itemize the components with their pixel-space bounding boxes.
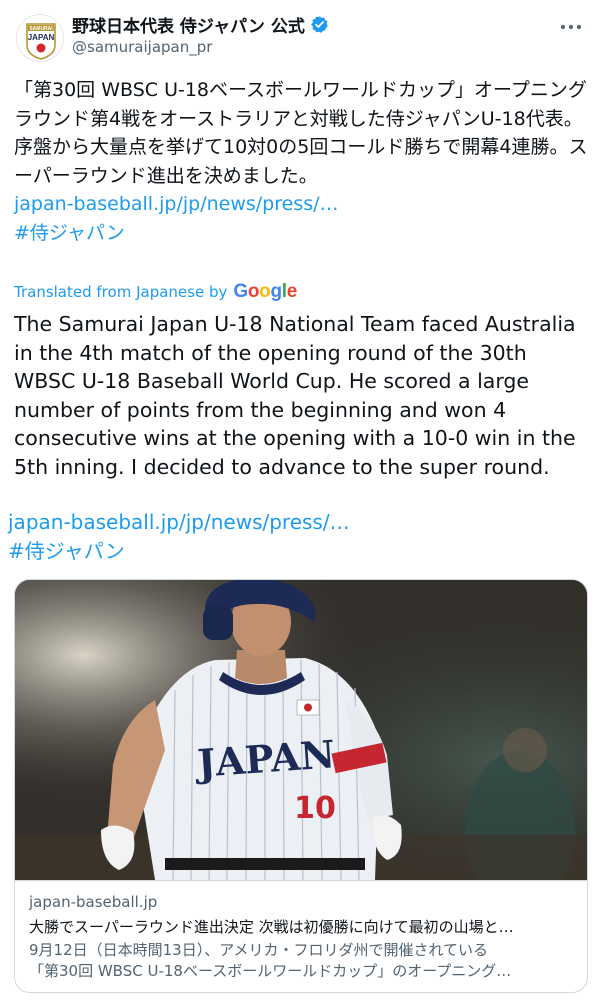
- baseball-player-photo: JAPAN 10: [15, 580, 587, 880]
- author-handle[interactable]: @samuraijapan_pr: [72, 38, 329, 56]
- author-display-name[interactable]: 野球日本代表 侍ジャパン 公式: [72, 12, 305, 37]
- card-title: 大勝でスーパーラウンド進出決定 次戦は初優勝に向けて最初の山場と…: [29, 918, 514, 936]
- card-description-line: 「第30回 WBSC U-18ベースボールワールドカップ」のオープニング…: [29, 962, 512, 980]
- card-description: 9月12日（日本時間13日）、アメリカ・フロリダ州で開催されている 「第30回 …: [29, 940, 575, 982]
- svg-text:SAMURAI: SAMURAI: [29, 26, 53, 32]
- card-image: JAPAN 10: [15, 580, 587, 880]
- tweet-body-jp: 「第30回 WBSC U-18ベースボールワールドカップ」オープニングラウンド第…: [14, 76, 588, 247]
- tweet-links-en: japan-baseball.jp/jp/news/press/… #侍ジャパン: [8, 508, 350, 565]
- svg-text:JAPAN: JAPAN: [28, 33, 55, 42]
- translation-attribution: Translated from Japanese by Google: [14, 278, 297, 306]
- card-description-line: 9月12日（日本時間13日）、アメリカ・フロリダ州で開催されている: [29, 941, 489, 959]
- verified-badge-icon: [310, 15, 329, 34]
- tweet-text-jp: 「第30回 WBSC U-18ベースボールワールドカップ」オープニングラウンド第…: [14, 79, 588, 187]
- author-avatar[interactable]: SAMURAI JAPAN: [16, 14, 64, 62]
- tweet-header: SAMURAI JAPAN 野球日本代表 侍ジャパン 公式 @samuraija…: [0, 0, 600, 70]
- svg-text:10: 10: [294, 791, 336, 826]
- tweet-text-en: The Samurai Japan U-18 National Team fac…: [14, 312, 576, 479]
- more-options-icon[interactable]: [554, 14, 588, 40]
- tweet-link-en[interactable]: japan-baseball.jp/jp/news/press/…: [8, 508, 350, 537]
- google-logo: Google: [233, 281, 298, 302]
- link-preview-card[interactable]: JAPAN 10 japan-baseball.jp 大勝でスーパーラウンド進出…: [14, 579, 588, 993]
- translated-label: Translated from Japanese by: [14, 283, 228, 301]
- tweet-hashtag-en[interactable]: #侍ジャパン: [8, 537, 350, 566]
- tweet-link-jp[interactable]: japan-baseball.jp/jp/news/press/…: [14, 190, 588, 219]
- samurai-japan-logo: SAMURAI JAPAN: [26, 23, 56, 60]
- card-meta: japan-baseball.jp 大勝でスーパーラウンド進出決定 次戦は初優勝…: [15, 880, 587, 992]
- tweet-hashtag-jp[interactable]: #侍ジャパン: [14, 219, 588, 248]
- card-domain: japan-baseball.jp: [29, 893, 158, 911]
